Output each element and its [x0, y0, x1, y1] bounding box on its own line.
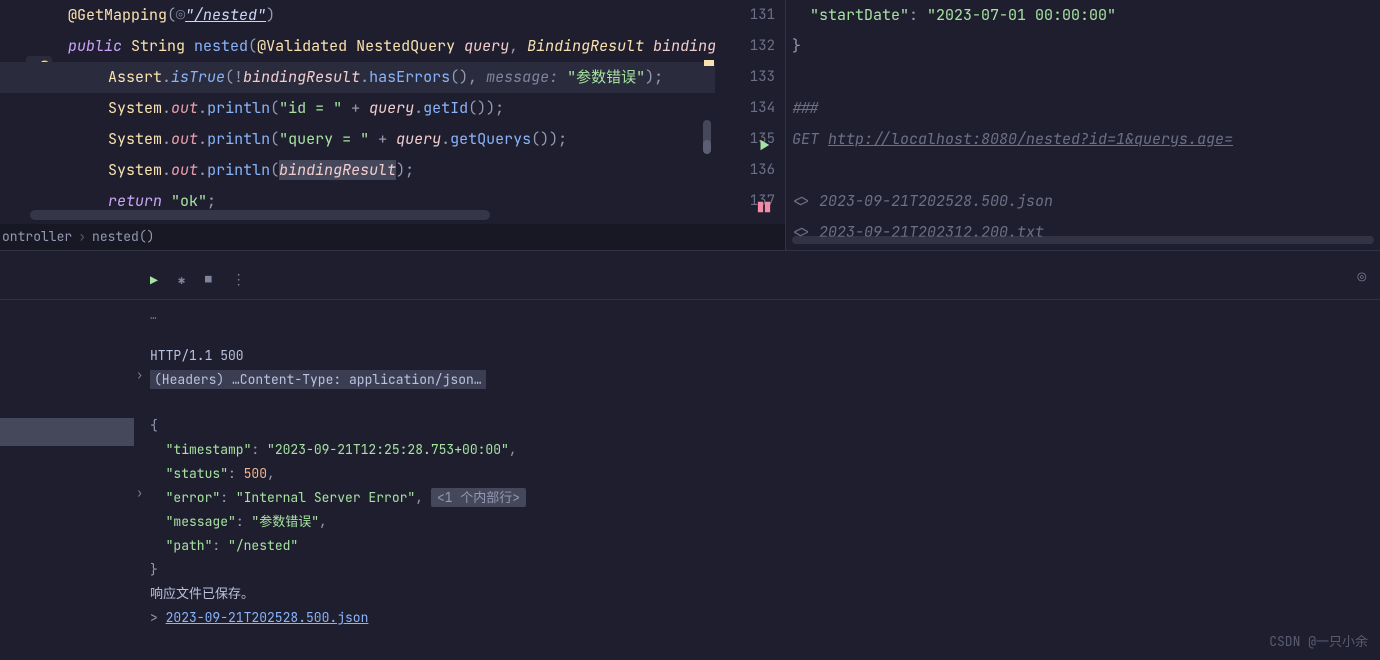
line-number: 137: [715, 186, 775, 217]
http-line: }: [786, 31, 1380, 62]
services-panel: … HTTP/1.1 500 › (Headers) …Content-Type…: [0, 300, 1380, 660]
json-close: }: [150, 558, 1380, 582]
json-line: "error": "Internal Server Error", <1 个内部…: [150, 486, 1380, 510]
file-link-line: > 2023-09-21T202528.500.json: [150, 606, 1380, 630]
status-line: HTTP/1.1 500: [150, 344, 1380, 368]
code-line: public String nested(@Validated NestedQu…: [0, 31, 715, 62]
spacer: [150, 328, 1380, 344]
fold-icon[interactable]: ›: [136, 485, 143, 501]
watermark: CSDN @一只小余: [1269, 631, 1368, 650]
http-editor[interactable]: "startDate": "2023-07-01 00:00:00" } ###…: [785, 0, 1380, 250]
breadcrumb-item[interactable]: ontroller: [2, 228, 72, 245]
run-toolbar: ▶ ✱ ■ ⋮: [150, 271, 247, 289]
target-icon[interactable]: ◎: [1358, 269, 1366, 287]
http-line: [786, 62, 1380, 93]
run-icon[interactable]: ▶: [150, 272, 158, 289]
editor-scrollbar-thumb[interactable]: [703, 140, 711, 154]
breadcrumb-item[interactable]: nested(): [92, 228, 154, 245]
breadcrumb[interactable]: ontroller›nested(): [0, 224, 785, 250]
line-number: 135: [715, 124, 775, 155]
http-scrollbar-h[interactable]: [792, 236, 1374, 244]
code-line: System.out.println("query = " + query.ge…: [0, 124, 715, 155]
http-line: GET http://localhost:8080/nested?id=1&qu…: [786, 124, 1380, 155]
java-editor[interactable]: 💡 @GetMapping(◎"/nested") public String …: [0, 0, 785, 250]
saved-msg: 响应文件已保存。: [150, 582, 1380, 606]
spacer: [150, 392, 1380, 414]
http-line: [786, 155, 1380, 186]
http-line: ###: [786, 93, 1380, 124]
editor-scrollbar-h[interactable]: [30, 210, 490, 220]
json-line: "status": 500,: [150, 462, 1380, 486]
headers-line: (Headers) …Content-Type: application/jso…: [150, 368, 1380, 392]
http-line: "startDate": "2023-07-01 00:00:00": [786, 0, 1380, 31]
json-line: "timestamp": "2023-09-21T12:25:28.753+00…: [150, 438, 1380, 462]
line-number: 131: [715, 0, 775, 31]
truncation: …: [150, 304, 1380, 328]
chevron-right-icon: ›: [72, 228, 92, 245]
fold-icon[interactable]: ›: [136, 367, 143, 383]
marker-warning[interactable]: [704, 60, 714, 66]
response-file-link[interactable]: 2023-09-21T202528.500.json: [166, 609, 369, 626]
run-panel-header: ▶ ✱ ■ ⋮ ◎: [0, 250, 1380, 300]
services-tree[interactable]: [0, 300, 134, 660]
code-line: @GetMapping(◎"/nested"): [0, 0, 715, 31]
json-open: {: [150, 414, 1380, 438]
more-icon[interactable]: ⋮: [232, 271, 247, 289]
json-line: "path": "/nested": [150, 534, 1380, 558]
http-response[interactable]: … HTTP/1.1 500 › (Headers) …Content-Type…: [134, 300, 1380, 660]
selected-row[interactable]: [0, 418, 134, 446]
http-line: <> 2023-09-21T202528.500.json: [786, 186, 1380, 217]
line-number: 136: [715, 155, 775, 186]
code-area[interactable]: @GetMapping(◎"/nested") public String ne…: [0, 0, 715, 224]
json-line: "message": "参数错误",: [150, 510, 1380, 534]
stop-icon[interactable]: ■: [205, 273, 212, 287]
line-number: 134: [715, 93, 775, 124]
right-editor-gutter: 131 132 133 134 135 136 137 138: [715, 0, 785, 248]
line-number: 133: [715, 62, 775, 93]
inline-chip[interactable]: <1 个内部行>: [431, 488, 526, 507]
debug-icon[interactable]: ✱: [178, 272, 185, 288]
code-line: System.out.println("id = " + query.getId…: [0, 93, 715, 124]
code-line-active: Assert.isTrue(!bindingResult.hasErrors()…: [0, 62, 715, 93]
code-line: System.out.println(bindingResult);: [0, 155, 715, 186]
line-number: 132: [715, 31, 775, 62]
